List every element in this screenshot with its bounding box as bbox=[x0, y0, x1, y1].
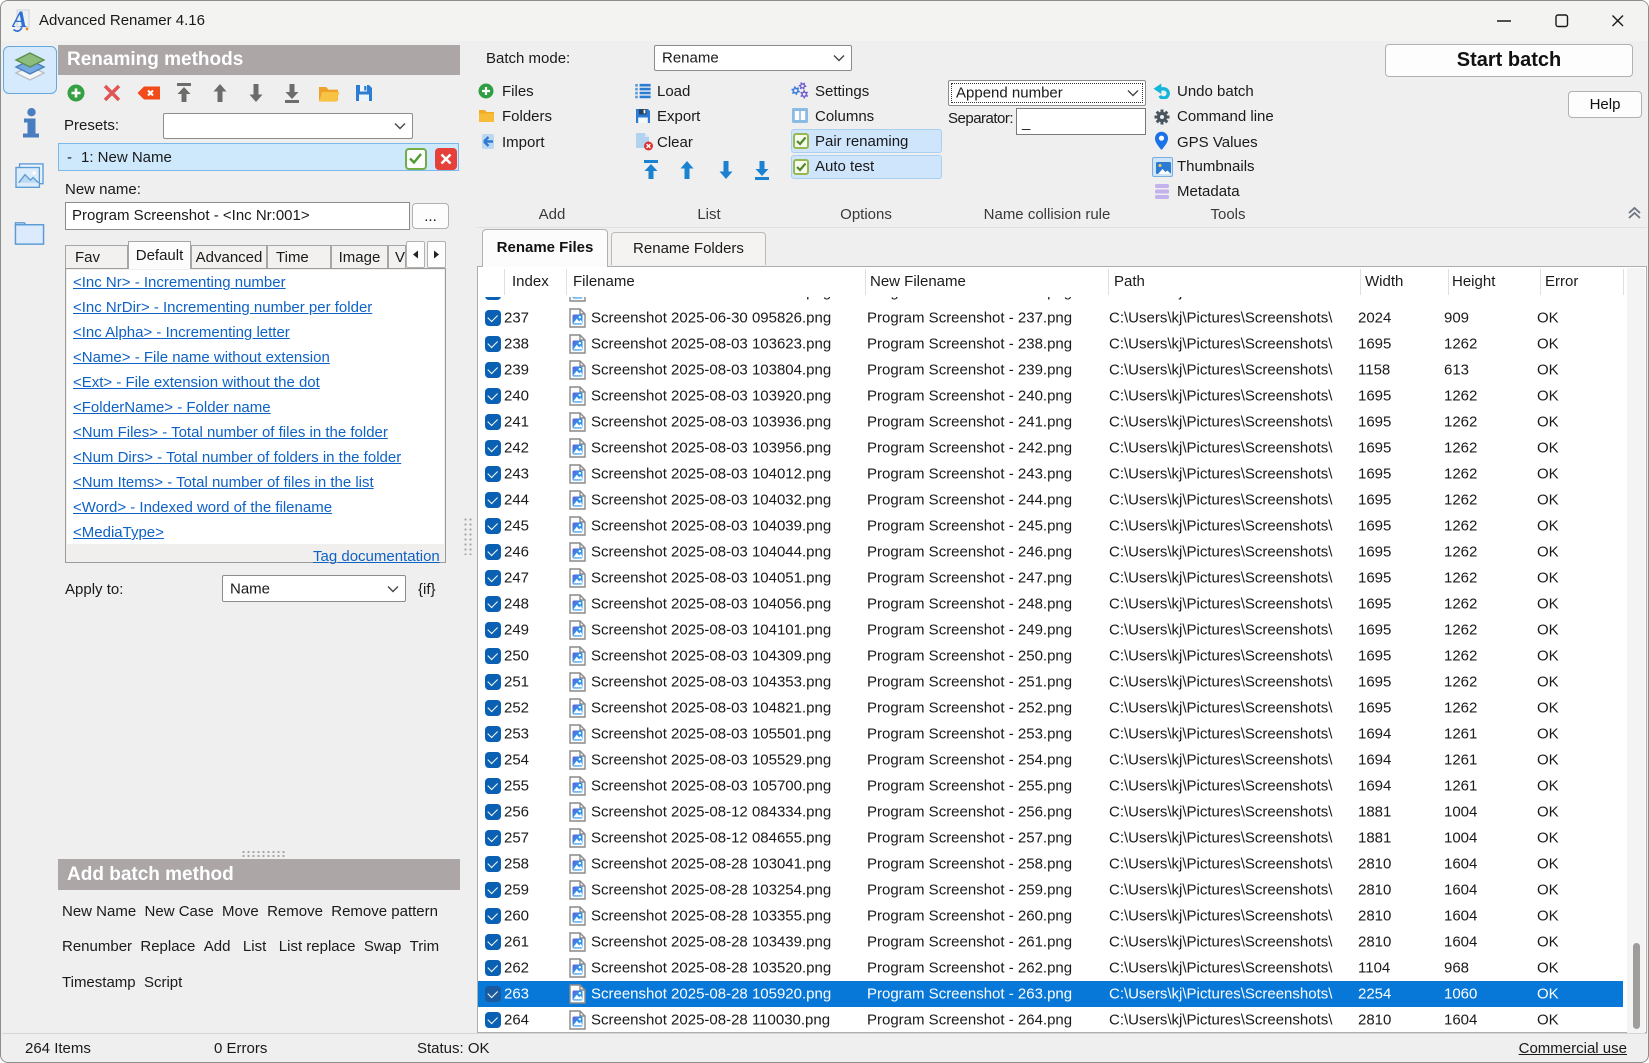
svg-text:A: A bbox=[12, 9, 27, 32]
